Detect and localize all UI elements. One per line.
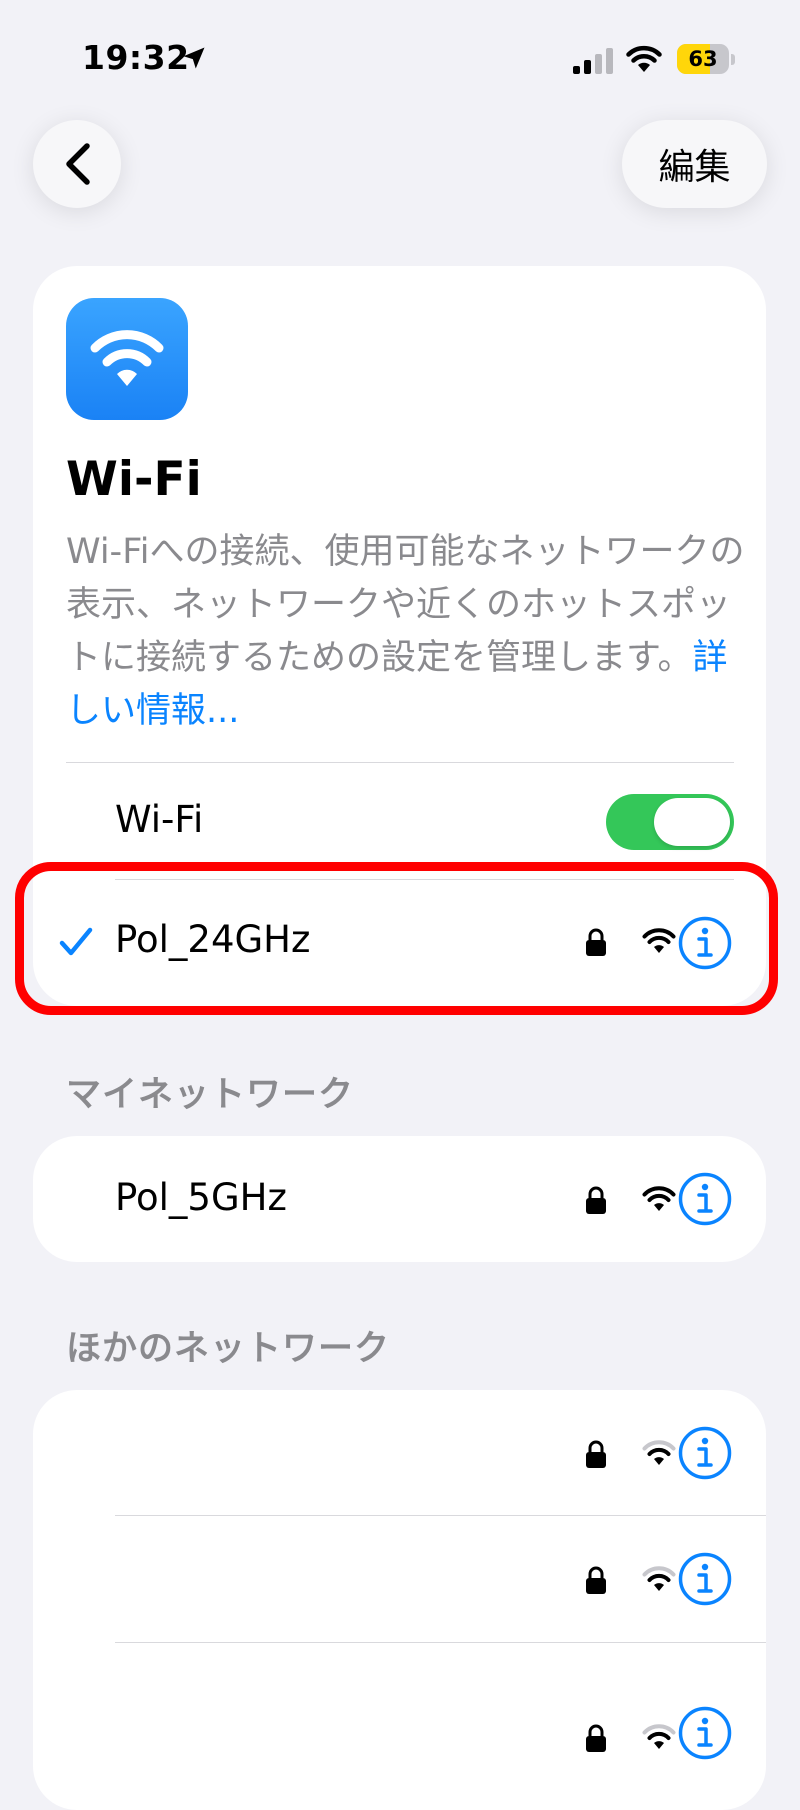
cellular-signal-icon bbox=[573, 48, 613, 74]
divider bbox=[115, 1515, 766, 1516]
wifi-signal-icon bbox=[642, 928, 676, 953]
info-icon[interactable] bbox=[678, 1172, 732, 1226]
battery-nub bbox=[731, 54, 735, 65]
wifi-icon bbox=[90, 330, 164, 386]
battery-level: 63 bbox=[688, 47, 718, 71]
lock-icon bbox=[586, 928, 606, 956]
wifi-weak-signal-icon bbox=[642, 1566, 676, 1591]
divider bbox=[115, 1642, 766, 1643]
info-icon[interactable] bbox=[678, 1706, 732, 1760]
chevron-left-icon bbox=[66, 143, 90, 185]
network-name: Pol_24GHz bbox=[115, 918, 311, 961]
lock-icon bbox=[586, 1566, 606, 1594]
divider bbox=[66, 762, 734, 763]
checkmark-icon bbox=[59, 927, 93, 956]
location-arrow-icon bbox=[183, 47, 205, 69]
status-bar: 19:32 63 bbox=[0, 0, 800, 110]
status-time: 19:32 bbox=[82, 38, 190, 77]
toggle-knob bbox=[654, 798, 730, 846]
description-text: Wi-Fiへの接続、使用可能なネットワークの表示、ネットワークや近くのホットスポ… bbox=[66, 532, 745, 678]
info-icon[interactable] bbox=[678, 916, 732, 970]
info-icon[interactable] bbox=[678, 1552, 732, 1606]
lock-icon bbox=[586, 1724, 606, 1752]
edit-button[interactable]: 編集 bbox=[622, 120, 767, 208]
other-networks-header: ほかのネットワーク bbox=[66, 1329, 391, 1369]
other-networks-card bbox=[33, 1390, 766, 1810]
my-networks-card: Pol_5GHz bbox=[33, 1136, 766, 1262]
back-button[interactable] bbox=[33, 120, 121, 208]
wifi-toggle[interactable] bbox=[606, 794, 734, 850]
wifi-status-icon bbox=[626, 45, 662, 72]
lock-icon bbox=[586, 1186, 606, 1214]
wifi-weak-signal-icon bbox=[642, 1724, 676, 1749]
wifi-signal-icon bbox=[642, 1186, 676, 1211]
wifi-settings-card: Wi-Fi Wi-Fiへの接続、使用可能なネットワークの表示、ネットワークや近く… bbox=[33, 266, 766, 1006]
wifi-toggle-label: Wi-Fi bbox=[115, 798, 204, 841]
network-name: Pol_5GHz bbox=[115, 1176, 287, 1219]
divider bbox=[115, 879, 734, 880]
wifi-weak-signal-icon bbox=[642, 1440, 676, 1465]
page-description: Wi-Fiへの接続、使用可能なネットワークの表示、ネットワークや近くのホットスポ… bbox=[66, 526, 746, 738]
info-icon[interactable] bbox=[678, 1426, 732, 1480]
page-title: Wi-Fi bbox=[66, 452, 202, 507]
lock-icon bbox=[586, 1440, 606, 1468]
battery-indicator: 63 bbox=[677, 44, 729, 74]
wifi-app-icon bbox=[66, 298, 188, 420]
my-networks-header: マイネットワーク bbox=[66, 1075, 355, 1115]
